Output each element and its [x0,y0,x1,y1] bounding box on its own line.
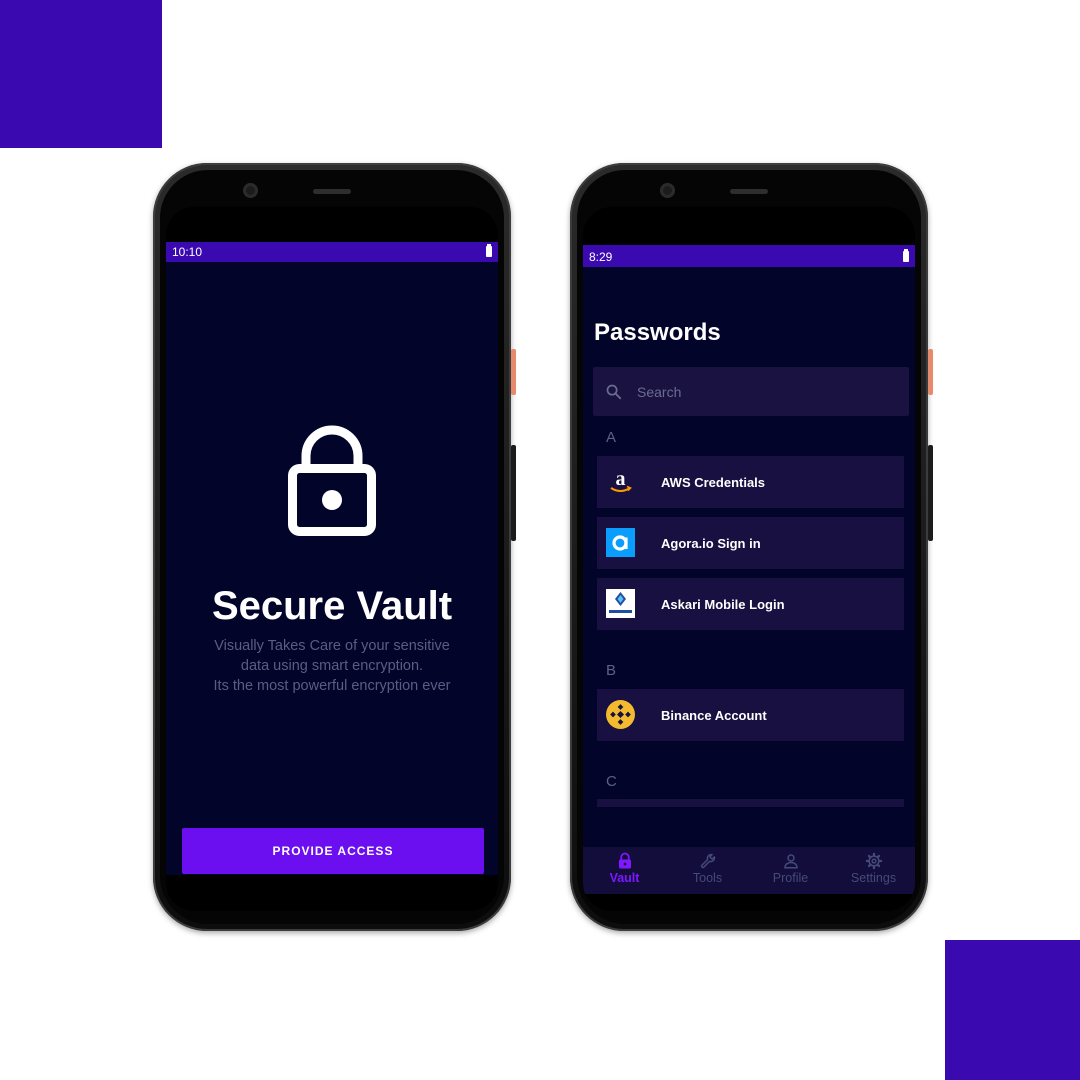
password-item-label: Agora.io Sign in [661,536,761,551]
agora-logo-icon [606,528,635,557]
page-title: Passwords [594,319,721,346]
lock-screen-content: Secure Vault Visually Takes Care of your… [166,262,498,875]
hero-subtitle: Visually Takes Care of your sensitive da… [213,638,451,694]
phone-power-button [511,445,516,541]
passwords-content: Passwords A a AWS Credentials [583,267,915,894]
password-item-binance[interactable]: Binance Account [597,689,904,741]
svg-text:a: a [616,468,626,490]
password-item-label: Binance Account [661,708,767,723]
earpiece-speaker [730,189,768,194]
section-header-c: C [606,773,617,790]
status-bar: 10:10 [166,242,498,262]
decorative-square-top-left [0,0,162,148]
password-item-label: Askari Mobile Login [661,597,785,612]
search-input[interactable] [635,381,839,403]
nav-label-tools: Tools [692,871,723,885]
gear-icon [865,852,882,870]
amazon-logo-icon: a [606,467,635,496]
phone-power-button [928,445,933,541]
password-item-partial[interactable] [597,799,904,807]
nav-label-settings: Settings [850,871,897,885]
password-item-agora[interactable]: Agora.io Sign in [597,517,904,569]
nav-tab-profile[interactable]: Profile [749,847,832,894]
status-time: 10:10 [172,245,203,259]
hero-title: Secure Vault [211,584,453,628]
lock-icon [618,852,631,869]
status-time: 8:29 [589,250,613,264]
battery-icon [903,249,909,262]
section-header-a: A [606,429,617,446]
battery-icon [486,244,492,257]
earpiece-speaker [313,189,351,194]
lock-screen: 10:10 Secure Vault Visually Takes Care o… [166,207,498,911]
front-camera [660,183,675,198]
section-header-b: B [606,662,617,679]
nav-label-vault: Vault [609,871,640,885]
provide-access-button[interactable]: PROVIDE ACCESS [182,828,484,874]
status-bar: 8:29 [583,245,915,267]
person-icon [783,854,798,869]
nav-tab-tools[interactable]: Tools [666,847,749,894]
wrench-icon [700,853,715,869]
password-item-aws[interactable]: a AWS Credentials [597,456,904,508]
askari-bank-logo-icon [606,589,635,618]
passwords-screen: 8:29 Passwords A a [583,207,915,911]
front-camera [243,183,258,198]
nav-tab-settings[interactable]: Settings [832,847,915,894]
phone-mockup-passwords: 8:29 Passwords A a [570,163,933,931]
password-item-label: AWS Credentials [661,475,766,490]
phone-mockup-lock-screen: 10:10 Secure Vault Visually Takes Care o… [153,163,516,931]
phone-volume-button [511,349,516,395]
search-bar[interactable] [593,367,909,416]
nav-tab-vault[interactable]: Vault [583,847,666,894]
padlock-icon [288,424,376,543]
decorative-square-bottom-right [945,940,1080,1080]
binance-logo-icon [606,700,635,729]
search-icon [606,384,622,400]
password-item-askari[interactable]: Askari Mobile Login [597,578,904,630]
phone-volume-button [928,349,933,395]
nav-label-profile: Profile [772,871,809,885]
bottom-navigation: Vault Tools Profile Settings [583,847,915,894]
